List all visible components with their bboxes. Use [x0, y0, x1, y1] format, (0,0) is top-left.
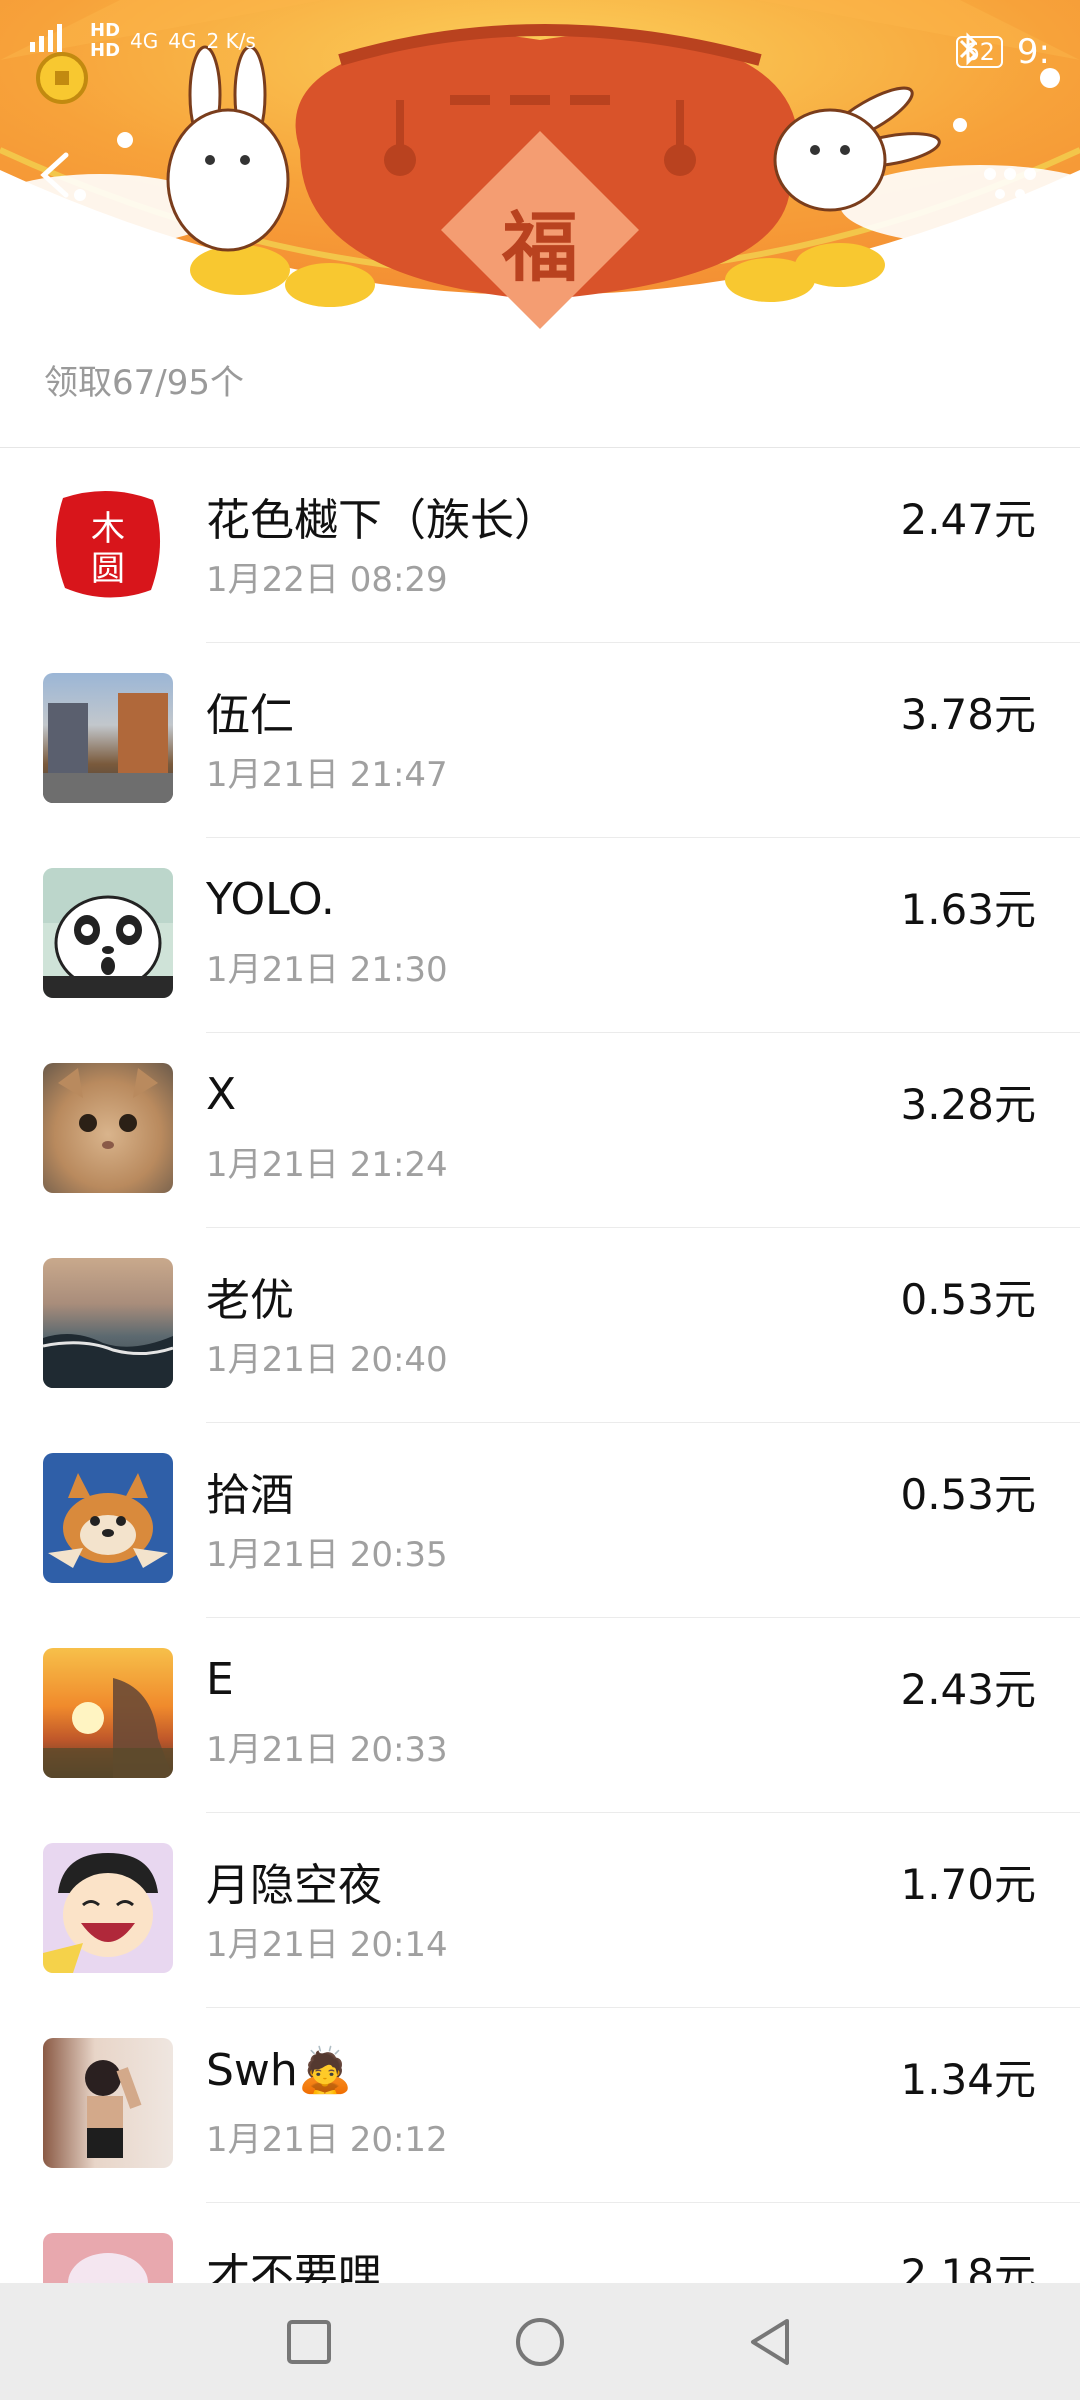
status-left: HD HD 4G 4G 2 K/s	[30, 22, 256, 60]
claim-time: 1月21日 21:30	[206, 950, 448, 990]
list-item[interactable]: 老优 1月21日 20:40 0.53元	[0, 1228, 1080, 1423]
network-speed: 2 K/s	[206, 29, 256, 53]
avatar	[43, 1453, 173, 1583]
claim-amount: 3.28元	[900, 1080, 1036, 1129]
home-button[interactable]	[505, 2307, 575, 2377]
list-item[interactable]: 拾酒 1月21日 20:35 0.53元	[0, 1423, 1080, 1618]
claim-time: 1月22日 08:29	[206, 560, 448, 600]
chevron-left-icon	[40, 152, 69, 198]
more-button[interactable]	[970, 160, 1050, 210]
list-item[interactable]: X 1月21日 21:24 3.28元	[0, 1033, 1080, 1228]
hd-indicator: HD	[90, 20, 121, 41]
claim-time: 1月21日 20:33	[206, 1730, 448, 1770]
triangle-back-icon	[751, 2319, 789, 2365]
claim-time: 1月21日 21:47	[206, 755, 448, 795]
circle-icon	[516, 2318, 564, 2366]
claim-time: 1月21日 20:40	[206, 1340, 448, 1380]
claimer-name: 拾酒	[206, 1470, 294, 1521]
claimer-name: 月隐空夜	[206, 1860, 382, 1911]
claim-time: 1月21日 20:35	[206, 1535, 448, 1575]
svg-text:木: 木	[91, 509, 125, 549]
svg-text:圆: 圆	[91, 549, 125, 589]
list-item[interactable]: 木 圆 花色樾下（族长） 1月22日 08:29 2.47元	[0, 448, 1080, 643]
claim-time: 1月21日 20:12	[206, 2120, 448, 2160]
claimer-name: 花色樾下（族长）	[206, 495, 558, 546]
claimed-summary: 领取67/95个	[44, 363, 244, 403]
claimer-name: E	[206, 1654, 234, 1705]
list-item[interactable]: Swh🙇 1月21日 20:12 1.34元	[0, 2008, 1080, 2203]
claim-list: 木 圆 花色樾下（族长） 1月22日 08:29 2.47元 伍仁 1月21日 …	[0, 448, 1080, 2398]
status-right: 62 9:	[956, 32, 1050, 72]
signal-indicator: 4G	[130, 29, 159, 53]
red-packet-header: 福 HD HD 4G 4G 2 K/s 62 9:	[0, 0, 1080, 330]
list-item[interactable]: YOLO. 1月21日 21:30 1.63元	[0, 838, 1080, 1033]
bluetooth-icon	[960, 32, 978, 66]
recent-apps-button[interactable]	[274, 2307, 344, 2377]
claimer-name: YOLO.	[206, 874, 335, 925]
list-item[interactable]: 月隐空夜 1月21日 20:14 1.70元	[0, 1813, 1080, 2008]
clock: 9:	[1016, 32, 1050, 72]
claim-amount: 1.34元	[900, 2055, 1036, 2104]
claim-amount: 0.53元	[900, 1275, 1036, 1324]
claimer-name: Swh🙇	[206, 2045, 353, 2096]
claim-amount: 3.78元	[900, 690, 1036, 739]
avatar: 木 圆	[43, 478, 173, 608]
avatar	[43, 1258, 173, 1388]
claimer-name: 伍仁	[206, 690, 294, 741]
back-button[interactable]	[28, 145, 88, 205]
claim-amount: 2.47元	[900, 495, 1036, 544]
claim-time: 1月21日 20:14	[206, 1925, 448, 1965]
avatar	[43, 1843, 173, 1973]
avatar	[43, 2038, 173, 2168]
avatar	[43, 1063, 173, 1193]
signal-indicator: 4G	[168, 29, 197, 53]
status-bar: HD HD 4G 4G 2 K/s 62 9:	[0, 0, 1080, 110]
claim-amount: 1.63元	[900, 885, 1036, 934]
claim-amount: 0.53元	[900, 1470, 1036, 1519]
claim-amount: 2.43元	[900, 1665, 1036, 1714]
system-nav-bar	[0, 2283, 1080, 2400]
claimer-name: 老优	[206, 1275, 294, 1326]
square-icon	[287, 2320, 331, 2364]
hd-indicator: HD	[90, 40, 121, 61]
more-dots-icon	[984, 168, 1036, 199]
fu-character: 福	[502, 203, 578, 292]
claim-amount: 1.70元	[900, 1860, 1036, 1909]
list-item[interactable]: E 1月21日 20:33 2.43元	[0, 1618, 1080, 1813]
claimer-name: X	[206, 1069, 237, 1120]
avatar	[43, 1648, 173, 1778]
signal-icon	[30, 24, 62, 52]
list-item[interactable]: 伍仁 1月21日 21:47 3.78元	[0, 643, 1080, 838]
back-nav-button[interactable]	[735, 2307, 805, 2377]
claim-time: 1月21日 21:24	[206, 1145, 448, 1185]
avatar	[43, 868, 173, 998]
avatar	[43, 673, 173, 803]
